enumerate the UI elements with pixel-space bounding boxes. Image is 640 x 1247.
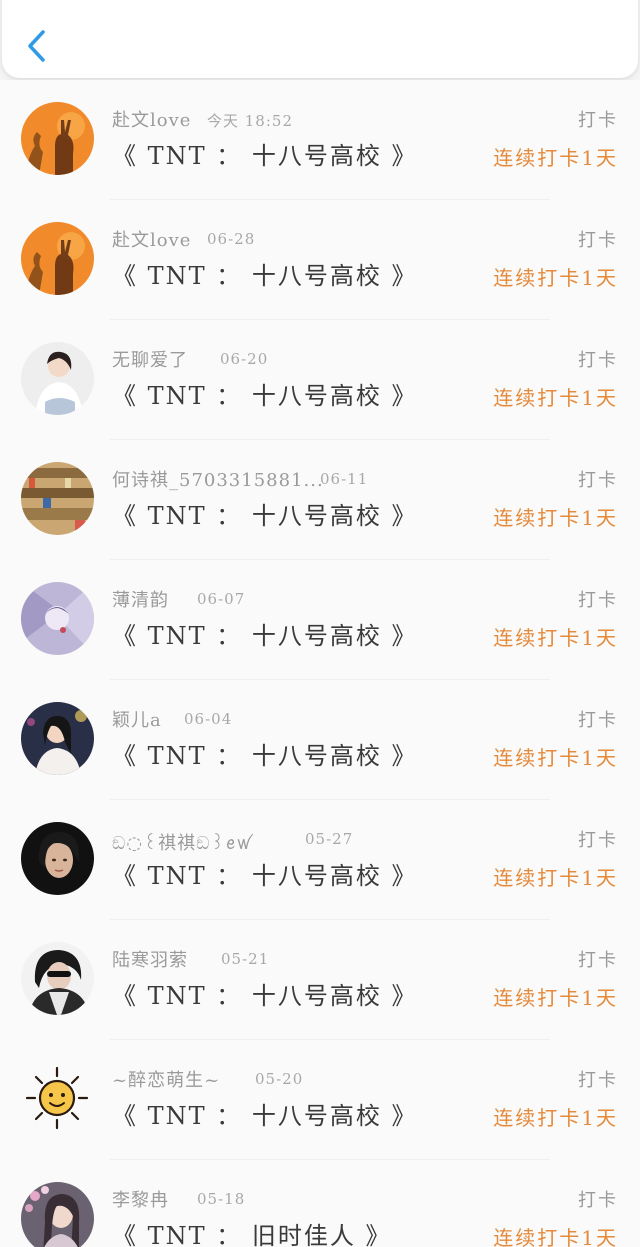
list-item[interactable]: 无聊爱了 06-20 《 TNT ： 十八号高校 》 打卡 连续打卡1天: [0, 320, 640, 440]
checkin-date: 05-21: [221, 950, 270, 968]
checkin-label: 打卡: [578, 470, 618, 491]
user-name[interactable]: 李黎冉: [112, 1186, 169, 1212]
checkin-list: 赴文love 今天 18:52 《 TNT ： 十八号高校 》 打卡 连续打卡1…: [0, 80, 640, 1247]
book-title[interactable]: 《 TNT ： 旧时佳人 》: [112, 1216, 392, 1247]
checkin-label: 打卡: [578, 830, 618, 851]
list-item[interactable]: 颖儿a 06-04 《 TNT ： 十八号高校 》 打卡 连续打卡1天: [0, 680, 640, 800]
book-title[interactable]: 《 TNT ： 十八号高校 》: [112, 856, 418, 891]
checkin-label: 打卡: [578, 710, 618, 731]
list-item[interactable]: 赴文love 06-28 《 TNT ： 十八号高校 》 打卡 连续打卡1天: [0, 200, 640, 320]
avatar[interactable]: [21, 582, 94, 655]
book-title[interactable]: 《 TNT ： 十八号高校 》: [112, 616, 418, 651]
checkin-label: 打卡: [578, 1190, 618, 1211]
streak-label: 连续打卡1天: [493, 266, 618, 290]
streak-label: 连续打卡1天: [493, 986, 618, 1010]
streak-label: 连续打卡1天: [493, 866, 618, 890]
streak-label: 连续打卡1天: [493, 746, 618, 770]
avatar[interactable]: [21, 702, 94, 775]
user-name[interactable]: 陆寒羽萦: [112, 946, 188, 972]
list-item[interactable]: ~醉恋萌生~ 05-20 《 TNT ： 十八号高校 》 打卡 连续打卡1天: [0, 1040, 640, 1160]
book-title[interactable]: 《 TNT ： 十八号高校 》: [112, 256, 418, 291]
avatar[interactable]: [21, 942, 94, 1015]
checkin-date: 06-11: [320, 470, 369, 488]
user-name[interactable]: 无聊爱了: [112, 346, 188, 372]
streak-label: 连续打卡1天: [493, 1226, 618, 1247]
checkin-label: 打卡: [578, 950, 618, 971]
streak-label: 连续打卡1天: [493, 386, 618, 410]
avatar[interactable]: [21, 222, 94, 295]
avatar[interactable]: [21, 462, 94, 535]
checkin-date: 今天 18:52: [207, 112, 293, 130]
book-title[interactable]: 《 TNT ： 十八号高校 》: [112, 376, 418, 411]
header-card: [2, 0, 638, 78]
chevron-left-icon: [28, 30, 45, 62]
avatar[interactable]: [21, 342, 94, 415]
user-name[interactable]: 何诗祺_5703315881...: [112, 466, 324, 492]
checkin-label: 打卡: [578, 110, 618, 131]
book-title[interactable]: 《 TNT ： 十八号高校 》: [112, 976, 418, 1011]
streak-label: 连续打卡1天: [493, 146, 618, 170]
list-item[interactable]: 薄清韵 06-07 《 TNT ： 十八号高校 》 打卡 连续打卡1天: [0, 560, 640, 680]
top-bar: [0, 0, 640, 84]
book-title[interactable]: 《 TNT ： 十八号高校 》: [112, 136, 418, 171]
avatar[interactable]: [21, 1062, 94, 1135]
checkin-label: 打卡: [578, 230, 618, 251]
user-name[interactable]: 赴文love: [112, 106, 191, 132]
checkin-date: 06-28: [207, 230, 256, 248]
book-title[interactable]: 《 TNT ： 十八号高校 》: [112, 1096, 418, 1131]
list-item[interactable]: 赴文love 今天 18:52 《 TNT ： 十八号高校 》 打卡 连续打卡1…: [0, 80, 640, 200]
streak-label: 连续打卡1天: [493, 506, 618, 530]
checkin-date: 06-20: [220, 350, 269, 368]
checkin-date: 05-18: [197, 1190, 246, 1208]
checkin-date: 06-04: [184, 710, 233, 728]
avatar[interactable]: [21, 822, 94, 895]
checkin-date: 06-07: [197, 590, 246, 608]
list-item[interactable]: 何诗祺_5703315881... 06-11 《 TNT ： 十八号高校 》 …: [0, 440, 640, 560]
user-name[interactable]: 薄清韵: [112, 586, 169, 612]
checkin-label: 打卡: [578, 350, 618, 371]
streak-label: 连续打卡1天: [493, 1106, 618, 1130]
checkin-date: 05-27: [305, 830, 354, 848]
user-name[interactable]: ~醉恋萌生~: [112, 1066, 220, 1092]
list-item[interactable]: 李黎冉 05-18 《 TNT ： 旧时佳人 》 打卡 连续打卡1天: [0, 1160, 640, 1247]
book-title[interactable]: 《 TNT ： 十八号高校 》: [112, 496, 418, 531]
back-button[interactable]: [18, 26, 54, 66]
list-item[interactable]: ඞ◌꒰祺祺ඞ꒱ꫀꪝ 05-27 《 TNT ： 十八号高校 》 打卡 连续打卡1…: [0, 800, 640, 920]
avatar[interactable]: [21, 102, 94, 175]
user-name[interactable]: 赴文love: [112, 226, 191, 252]
checkin-date: 05-20: [255, 1070, 304, 1088]
user-name[interactable]: 颖儿a: [112, 706, 162, 732]
book-title[interactable]: 《 TNT ： 十八号高校 》: [112, 736, 418, 771]
checkin-label: 打卡: [578, 1070, 618, 1091]
checkin-label: 打卡: [578, 590, 618, 611]
streak-label: 连续打卡1天: [493, 626, 618, 650]
list-item[interactable]: 陆寒羽萦 05-21 《 TNT ： 十八号高校 》 打卡 连续打卡1天: [0, 920, 640, 1040]
avatar[interactable]: [21, 1182, 94, 1247]
